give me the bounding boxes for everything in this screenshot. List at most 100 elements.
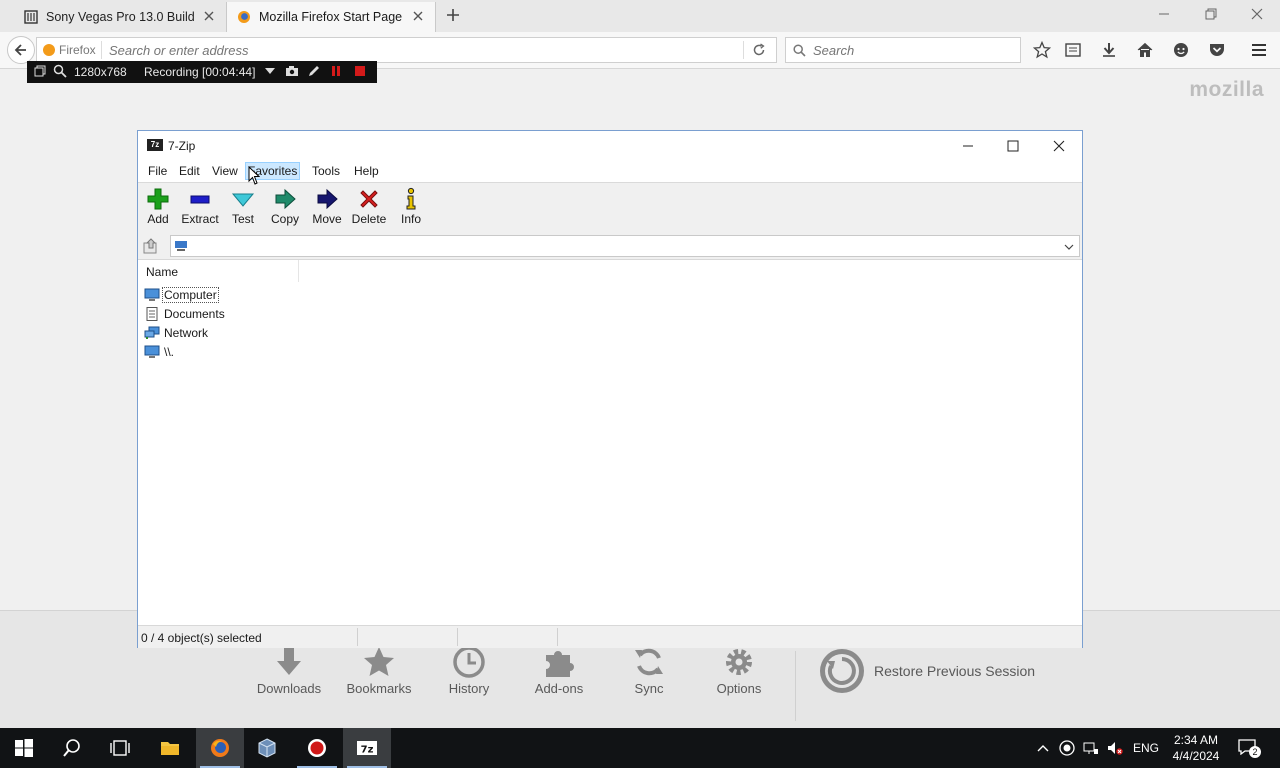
file-list[interactable]: Name Computer Documents Network \\. — [138, 259, 1082, 624]
chevron-down-icon[interactable] — [1063, 241, 1075, 253]
taskbar-file-explorer[interactable] — [146, 728, 194, 768]
menu-file[interactable]: File — [146, 164, 169, 178]
toolbar-label: Info — [400, 212, 421, 226]
folder-icon — [161, 742, 179, 755]
computer-icon — [144, 345, 160, 358]
identity-box[interactable]: Firefox — [43, 43, 96, 57]
list-item-documents[interactable]: Documents — [144, 304, 227, 323]
close-window-icon[interactable] — [1249, 6, 1265, 22]
clock[interactable]: 2:34 AM 4/4/2024 — [1166, 732, 1226, 764]
close-tab-icon[interactable] — [411, 9, 425, 23]
close-tab-icon[interactable] — [202, 9, 216, 23]
status-bar: 0 / 4 object(s) selected — [138, 625, 1082, 648]
firefox-favicon-icon — [238, 11, 250, 23]
test-button[interactable]: Test — [221, 187, 265, 226]
record-icon — [308, 739, 326, 757]
launch-label: Downloads — [256, 681, 322, 696]
hamburger-menu-icon[interactable] — [1250, 41, 1268, 59]
restore-session-button[interactable]: Restore Previous Session — [818, 647, 1035, 695]
maximize-icon[interactable] — [1005, 138, 1021, 154]
toolbar-label: Delete — [351, 212, 387, 226]
launch-history[interactable]: History — [424, 641, 514, 696]
stop-icon[interactable] — [353, 64, 367, 78]
mouse-cursor-icon — [248, 166, 260, 185]
launch-sync[interactable]: Sync — [604, 641, 694, 696]
camera-icon[interactable] — [285, 64, 299, 78]
info-button[interactable]: Info — [389, 187, 433, 226]
pause-icon[interactable] — [329, 64, 343, 78]
menu-edit[interactable]: Edit — [177, 164, 202, 178]
chevron-up-icon[interactable] — [1035, 740, 1051, 756]
path-combobox[interactable] — [170, 235, 1080, 257]
network-tray-icon[interactable] — [1083, 740, 1099, 756]
restore-icon[interactable] — [1203, 6, 1219, 22]
title-bar[interactable]: 7z 7-Zip — [138, 131, 1082, 161]
launch-downloads[interactable]: Downloads — [244, 641, 334, 696]
delete-button[interactable]: Delete — [347, 187, 391, 226]
hello-chat-icon[interactable] — [1172, 41, 1190, 59]
window-title: 7-Zip — [168, 139, 196, 153]
windows-logo-icon — [15, 739, 33, 757]
minimize-icon[interactable] — [1156, 6, 1172, 22]
taskbar-firefox[interactable] — [196, 728, 244, 768]
minimize-icon[interactable] — [960, 138, 976, 154]
tab-sony-vegas[interactable]: Sony Vegas Pro 13.0 Build ... — [14, 2, 226, 32]
firefox-logo-icon — [43, 44, 55, 56]
taskbar: 7z ENG 2:34 AM 4/4/2024 2 — [0, 728, 1280, 768]
launch-addons[interactable]: Add-ons — [514, 641, 604, 696]
list-item-device-root[interactable]: \\. — [144, 342, 176, 361]
pocket-icon[interactable] — [1208, 41, 1226, 59]
address-input[interactable] — [107, 42, 671, 59]
menu-view[interactable]: View — [210, 164, 240, 178]
launch-options[interactable]: Options — [694, 641, 784, 696]
record-tray-icon[interactable] — [1059, 740, 1075, 756]
toolbar: Add Extract Test Copy Move Delete Info — [138, 182, 1082, 234]
divider — [457, 628, 458, 646]
downloads-icon[interactable] — [1100, 41, 1118, 59]
bookmark-star-icon[interactable] — [1033, 41, 1051, 59]
address-bar[interactable]: Firefox — [36, 37, 777, 63]
start-button[interactable] — [0, 728, 48, 768]
task-view-button[interactable] — [96, 728, 144, 768]
pencil-icon[interactable] — [307, 64, 321, 78]
home-icon[interactable] — [1136, 41, 1154, 59]
taskbar-7zip[interactable]: 7z — [343, 728, 391, 768]
network-icon — [144, 326, 160, 339]
language-indicator[interactable]: ENG — [1133, 741, 1159, 755]
tab-strip: Sony Vegas Pro 13.0 Build ... Mozilla Fi… — [0, 0, 1280, 32]
taskbar-screen-recorder[interactable] — [293, 728, 341, 768]
launch-bookmarks[interactable]: Bookmarks — [334, 641, 424, 696]
zoom-icon[interactable] — [53, 64, 67, 78]
search-bar[interactable] — [785, 37, 1021, 63]
back-arrow-icon — [14, 44, 26, 56]
folder-up-icon[interactable] — [142, 237, 160, 255]
search-input[interactable] — [811, 42, 1005, 59]
close-icon[interactable] — [1051, 138, 1067, 154]
back-button[interactable] — [7, 36, 35, 64]
list-item-computer[interactable]: Computer — [144, 285, 219, 304]
menu-help[interactable]: Help — [352, 164, 381, 178]
info-icon — [406, 187, 416, 210]
window-mode-icon[interactable] — [33, 64, 47, 78]
taskbar-virtualbox[interactable] — [243, 728, 291, 768]
copy-button[interactable]: Copy — [263, 187, 307, 226]
volume-muted-icon[interactable] — [1107, 740, 1123, 756]
identity-label: Firefox — [59, 43, 96, 57]
menu-tools[interactable]: Tools — [310, 164, 342, 178]
search-button[interactable] — [48, 728, 96, 768]
list-item-network[interactable]: Network — [144, 323, 210, 342]
toolbar-label: Extract — [181, 212, 219, 226]
add-button[interactable]: Add — [136, 187, 180, 226]
extract-button[interactable]: Extract — [178, 187, 222, 226]
reload-icon[interactable] — [752, 43, 766, 57]
action-center-button[interactable]: 2 — [1236, 738, 1262, 758]
move-button[interactable]: Move — [305, 187, 349, 226]
column-header-name[interactable]: Name — [138, 260, 299, 282]
new-tab-icon[interactable] — [444, 6, 462, 24]
extract-minus-icon — [190, 195, 210, 204]
tab-firefox-start[interactable]: Mozilla Firefox Start Page — [226, 2, 436, 32]
search-icon — [63, 739, 80, 757]
dropdown-arrow-icon[interactable] — [263, 64, 277, 78]
delete-x-icon — [360, 190, 378, 208]
bookmarks-menu-icon[interactable] — [1064, 41, 1082, 59]
